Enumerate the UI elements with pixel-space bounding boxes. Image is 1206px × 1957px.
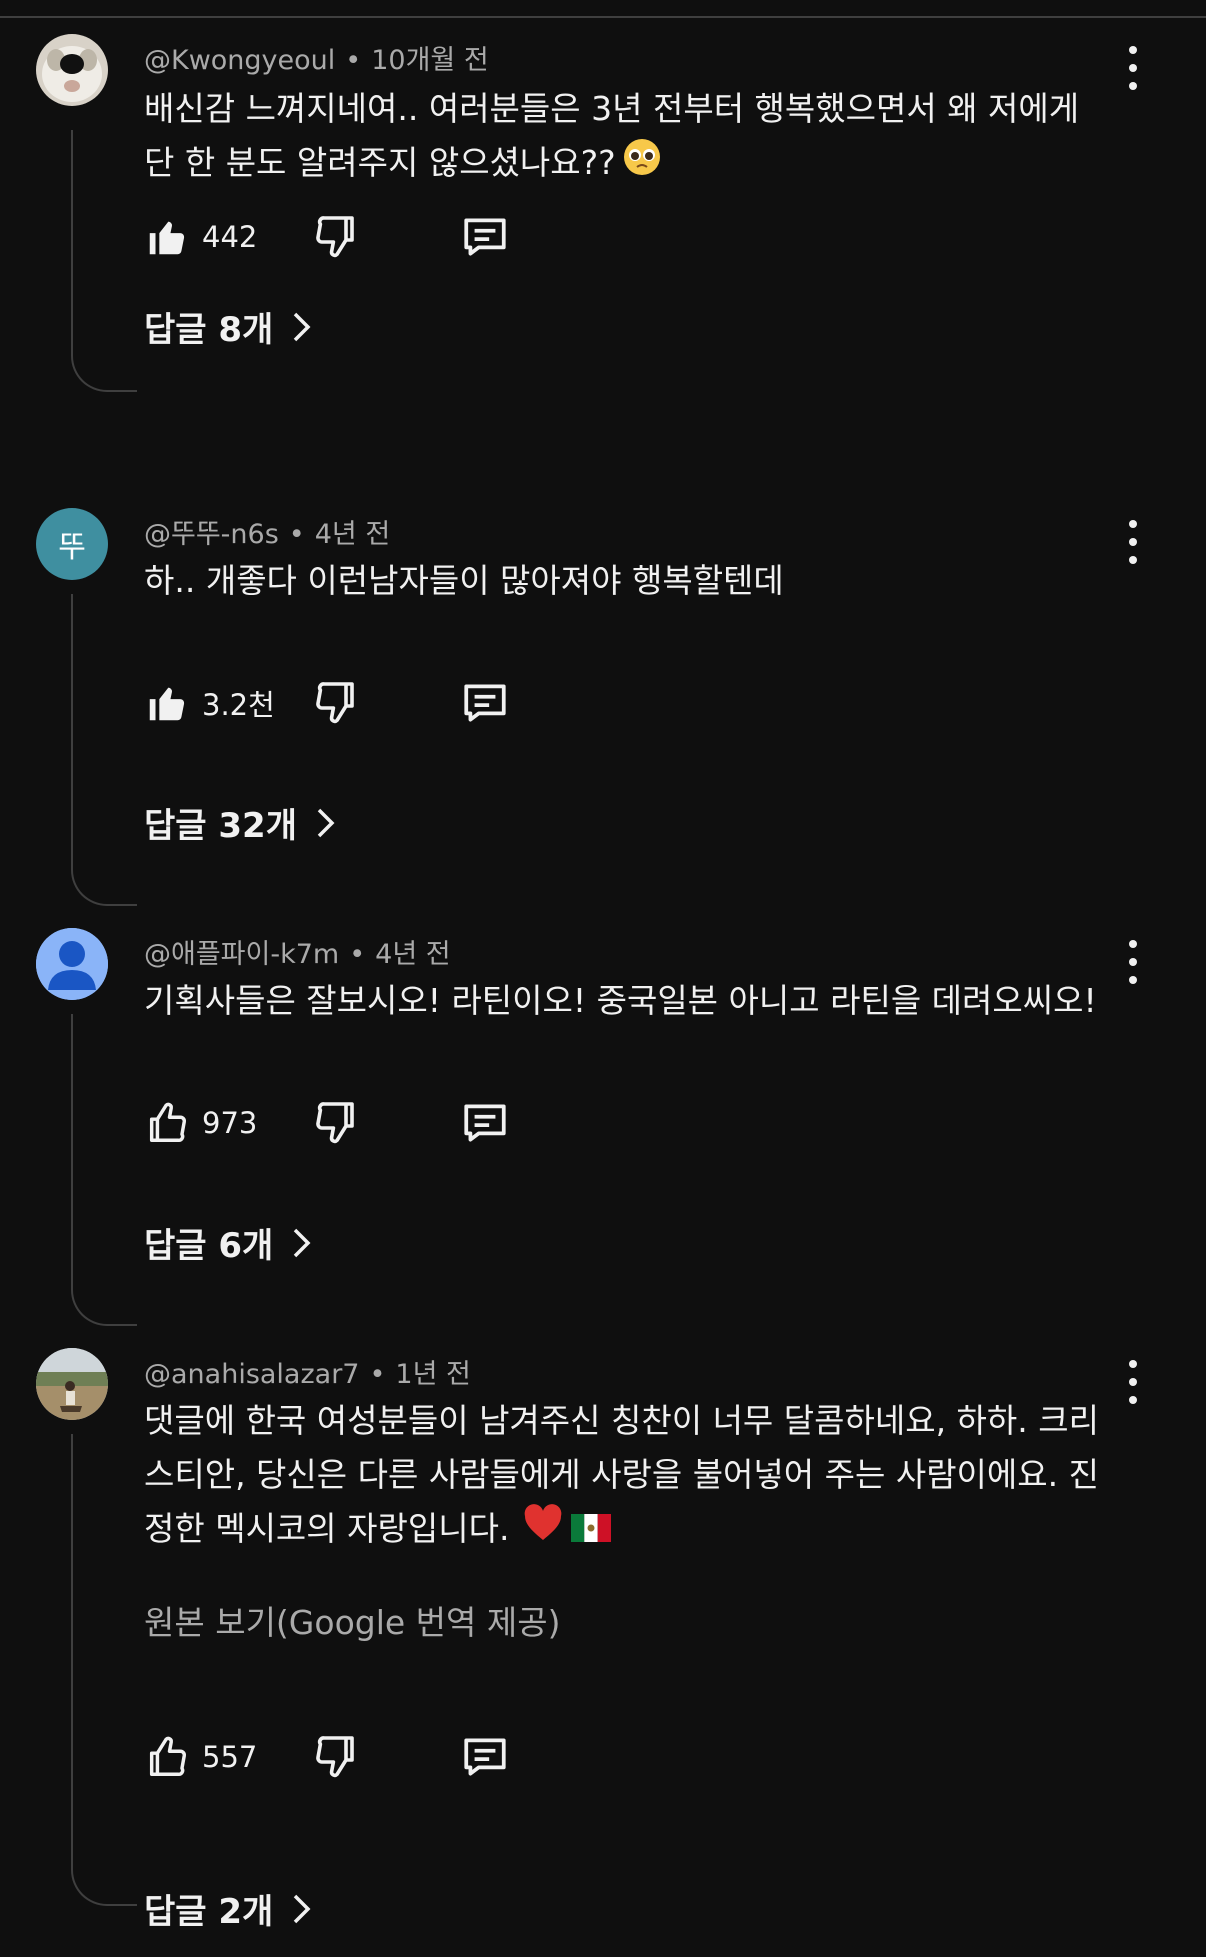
reply-button[interactable] (460, 678, 510, 732)
thumbs-down-icon (316, 682, 354, 724)
author-handle[interactable]: @애플파이-k7m (144, 939, 339, 970)
chevron-right-icon (294, 312, 311, 341)
author-handle[interactable]: @Kwongyeoul (144, 45, 335, 76)
comment-line: 기획사들은 잘보시오! 라틴이오! 중국일본 아니고 라틴을 데려오씨오! (144, 981, 1097, 1020)
like-button[interactable]: 442 (144, 214, 257, 260)
like-count: 557 (202, 1740, 258, 1774)
outdoor-photo-avatar-icon (36, 1348, 108, 1420)
like-button[interactable]: 3.2천 (144, 680, 275, 726)
pleading-face-emoji (622, 137, 662, 193)
reply-icon (464, 684, 506, 722)
reply-icon (464, 1104, 506, 1142)
mexico-flag-emoji (571, 1504, 612, 1558)
replies-toggle[interactable]: 답글 2개 (144, 1884, 313, 1933)
avatar[interactable] (36, 34, 108, 106)
author-handle[interactable]: @뚜뚜-n6s (144, 519, 279, 550)
comment-actions: 442 (144, 210, 544, 264)
thumbs-up-icon (149, 1736, 186, 1776)
thumbs-down-icon (316, 1102, 354, 1144)
like-count: 973 (202, 1106, 258, 1140)
replies-toggle[interactable]: 답글 8개 (144, 302, 313, 351)
thread-connector (71, 594, 137, 906)
like-button[interactable]: 557 (144, 1734, 257, 1780)
comment-meta: @애플파이-k7m • 4년 전 (144, 939, 451, 970)
comment-time[interactable]: 10개월 전 (371, 45, 488, 76)
comment-actions: 557 (144, 1730, 544, 1784)
comment-text: 기획사들은 잘보시오! 라틴이오! 중국일본 아니고 라틴을 데려오씨오! (144, 974, 1124, 1028)
red-heart-emoji (523, 1503, 563, 1558)
comment-text: 배신감 느껴지네여.. 여러분들은 3년 전부터 행복했으면서 왜 저에게 단 … (144, 82, 1124, 193)
top-divider (0, 16, 1206, 18)
thumbs-up-icon (149, 1102, 186, 1142)
chevron-right-icon (294, 1894, 311, 1923)
replies-count: 답글 6개 (144, 1226, 274, 1266)
like-count: 3.2천 (202, 688, 275, 722)
chevron-right-icon (294, 1228, 311, 1257)
author-handle[interactable]: @anahisalazar7 (144, 1359, 359, 1390)
thread-connector (71, 1434, 137, 1906)
comment-text: 댓글에 한국 여성분들이 남겨주신 칭찬이 너무 달콤하네요, 하하. 크리 스… (144, 1394, 1124, 1558)
reply-icon (464, 218, 506, 256)
dislike-button[interactable] (312, 1098, 360, 1150)
avatar[interactable]: 뚜 (36, 508, 108, 580)
comment-actions: 973 (144, 1096, 544, 1150)
thumbs-up-filled-icon (149, 687, 185, 721)
thumbs-up-filled-icon (149, 221, 185, 255)
comment-time[interactable]: 4년 전 (375, 939, 450, 970)
comment-line-with-emoji: 단 한 분도 알려주지 않으셨나요?? (144, 136, 1124, 193)
replies-count: 답글 8개 (144, 310, 274, 350)
comment-line: 배신감 느껴지네여.. 여러분들은 3년 전부터 행복했으면서 왜 저에게 (144, 89, 1080, 128)
comment-meta: @Kwongyeoul • 10개월 전 (144, 45, 489, 76)
comment-time[interactable]: 4년 전 (315, 519, 390, 550)
reply-icon (464, 1738, 506, 1776)
thread-connector (71, 130, 137, 392)
comment-line: 스티안, 당신은 다른 사람들에게 사랑을 불어넣어 주는 사람이에요. 진 (144, 1455, 1099, 1494)
default-person-avatar-icon (36, 928, 108, 1000)
reply-button[interactable] (460, 212, 510, 266)
like-button[interactable]: 973 (144, 1100, 257, 1146)
comment-text: 하.. 개좋다 이런남자들이 많아져야 행복할텐데 (144, 554, 1124, 608)
reply-button[interactable] (460, 1732, 510, 1786)
dislike-button[interactable] (312, 212, 360, 264)
comment-actions: 3.2천 (144, 676, 544, 730)
dislike-button[interactable] (312, 1732, 360, 1784)
reply-button[interactable] (460, 1098, 510, 1152)
replies-toggle[interactable]: 답글 6개 (144, 1218, 313, 1267)
replies-count: 답글 2개 (144, 1892, 274, 1932)
avatar[interactable] (36, 1348, 108, 1420)
comment-line-with-emoji: 정한 멕시코의 자랑입니다. (144, 1502, 1124, 1558)
view-original-link[interactable]: 원본 보기(Google 번역 제공) (144, 1596, 560, 1644)
replies-toggle[interactable]: 답글 32개 (144, 798, 337, 847)
dog-photo-avatar-icon (36, 34, 108, 106)
like-count: 442 (202, 220, 258, 254)
comment-meta: @뚜뚜-n6s • 4년 전 (144, 519, 391, 550)
dislike-button[interactable] (312, 678, 360, 730)
avatar-letter: 뚜 (58, 530, 86, 565)
thread-connector (71, 1014, 137, 1326)
comment-line: 단 한 분도 알려주지 않으셨나요?? (144, 143, 616, 182)
comment-line: 댓글에 한국 여성분들이 남겨주신 칭찬이 너무 달콤하네요, 하하. 크리 (144, 1401, 1099, 1440)
thumbs-down-icon (316, 1736, 354, 1778)
avatar[interactable] (36, 928, 108, 1000)
comment-meta: @anahisalazar7 • 1년 전 (144, 1359, 471, 1390)
comment-line: 하.. 개좋다 이런남자들이 많아져야 행복할텐데 (144, 561, 784, 600)
thumbs-down-icon (316, 216, 354, 258)
chevron-right-icon (317, 808, 335, 837)
replies-count: 답글 32개 (144, 806, 297, 846)
comment-time[interactable]: 1년 전 (395, 1359, 470, 1390)
comment-line: 정한 멕시코의 자랑입니다. (144, 1509, 510, 1548)
